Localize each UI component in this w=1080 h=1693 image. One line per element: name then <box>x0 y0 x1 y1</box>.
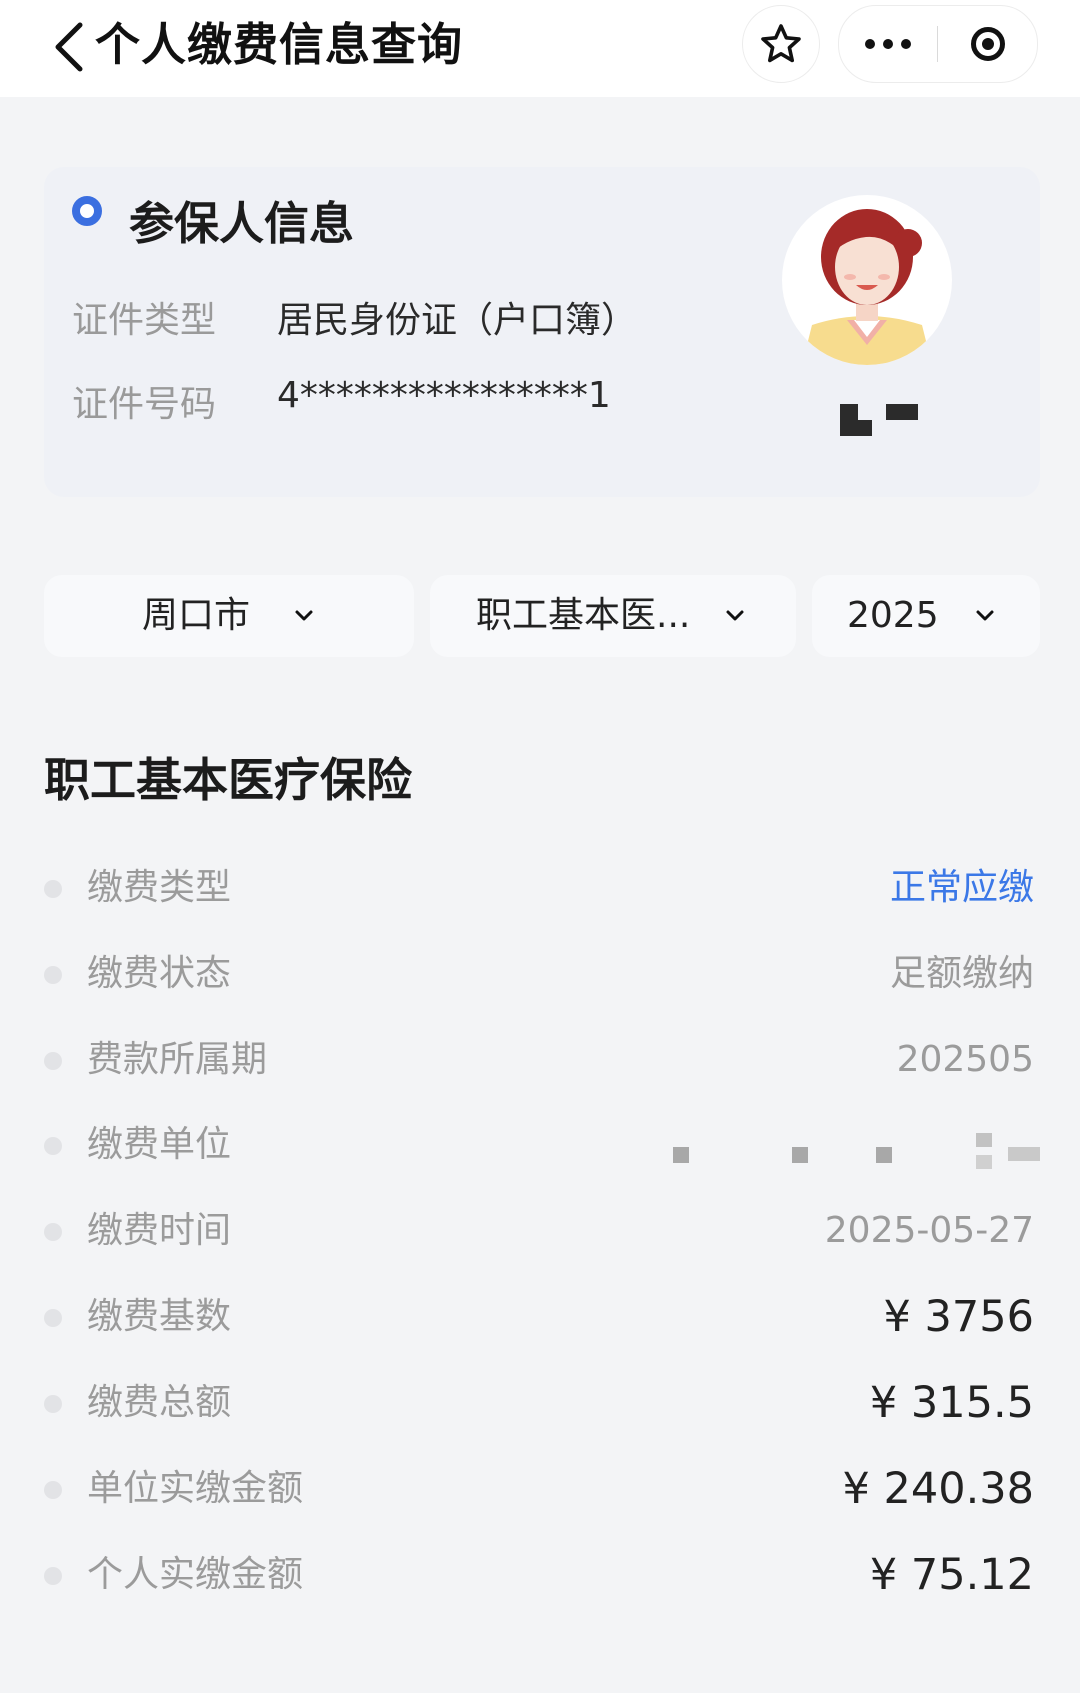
page-title: 个人缴费信息查询 <box>95 18 464 71</box>
nav-bar: 个人缴费信息查询 <box>0 0 1080 97</box>
redaction-block <box>976 1133 992 1147</box>
detail-label: 个人实缴金额 <box>87 1554 304 1595</box>
city-select[interactable]: 周口市 <box>44 575 414 657</box>
bullet-dot <box>44 966 62 984</box>
bullet-dot <box>44 1395 62 1413</box>
detail-value: 正常应缴 <box>889 867 1034 908</box>
insured-info-title: 参保人信息 <box>129 197 355 250</box>
section-title: 职工基本医疗保险 <box>44 753 412 807</box>
id-type-value: 居民身份证（户口簿） <box>277 300 638 341</box>
redaction-block <box>840 420 872 436</box>
detail-label: 缴费总额 <box>87 1382 232 1423</box>
detail-value: ¥ 240.38 <box>842 1464 1034 1514</box>
bullet-dot <box>44 1309 62 1327</box>
target-close-icon <box>970 27 1005 61</box>
detail-row-employer: 缴费单位 <box>0 1115 1080 1175</box>
detail-label: 缴费单位 <box>87 1124 232 1165</box>
detail-row-total: 缴费总额 ¥ 315.5 <box>0 1373 1080 1433</box>
detail-row-personal-paid: 个人实缴金额 ¥ 75.12 <box>0 1545 1080 1605</box>
detail-label: 单位实缴金额 <box>87 1468 304 1509</box>
target-close-dot <box>981 38 994 50</box>
more-dots-icon <box>865 39 875 49</box>
detail-value: 202505 <box>896 1039 1034 1080</box>
year-select-value: 2025 <box>847 595 939 636</box>
bullet-dot <box>44 1137 62 1155</box>
redaction-block <box>1008 1147 1040 1161</box>
detail-row-period: 费款所属期 202505 <box>0 1030 1080 1090</box>
name-redacted <box>840 404 930 444</box>
detail-row-payment-status: 缴费状态 足额缴纳 <box>0 944 1080 1004</box>
favorite-button[interactable] <box>742 5 820 83</box>
employer-redacted <box>660 1125 1050 1171</box>
id-number-label: 证件号码 <box>72 384 217 425</box>
detail-value: ¥ 75.12 <box>869 1550 1034 1600</box>
insurance-type-select-value: 职工基本医... <box>476 595 691 636</box>
bullet-dot <box>44 1052 62 1070</box>
chevron-left-icon <box>55 22 83 72</box>
mini-program-capsule <box>838 5 1038 83</box>
detail-label: 费款所属期 <box>87 1039 268 1080</box>
detail-row-payment-time: 缴费时间 2025-05-27 <box>0 1201 1080 1261</box>
city-select-value: 周口市 <box>142 595 251 636</box>
detail-value: ¥ 315.5 <box>869 1378 1034 1428</box>
detail-label: 缴费时间 <box>87 1210 232 1251</box>
section-dot-icon <box>72 196 102 226</box>
more-dot <box>883 39 893 49</box>
chevron-down-icon <box>295 610 313 621</box>
more-button[interactable] <box>839 6 937 82</box>
bullet-dot <box>44 1567 62 1585</box>
more-dot <box>901 39 911 49</box>
detail-label: 缴费类型 <box>87 867 232 908</box>
back-button[interactable] <box>44 12 94 82</box>
insurance-type-select[interactable]: 职工基本医... <box>430 575 796 657</box>
female-avatar-icon <box>782 195 952 365</box>
redaction-block <box>876 1147 892 1163</box>
detail-row-payment-type: 缴费类型 正常应缴 <box>0 858 1080 918</box>
bullet-dot <box>44 1223 62 1241</box>
redaction-block <box>976 1155 992 1169</box>
year-select[interactable]: 2025 <box>812 575 1040 657</box>
detail-label: 缴费状态 <box>87 953 232 994</box>
id-type-label: 证件类型 <box>72 300 217 341</box>
redaction-block <box>792 1147 808 1163</box>
star-icon <box>761 24 801 63</box>
detail-row-base: 缴费基数 ¥ 3756 <box>0 1287 1080 1347</box>
chevron-down-icon <box>726 610 744 621</box>
id-number-value: 4****************1 <box>277 375 611 416</box>
redaction-block <box>673 1147 689 1163</box>
chevron-down-icon <box>976 610 994 621</box>
detail-value: ¥ 3756 <box>883 1292 1034 1342</box>
bullet-dot <box>44 880 62 898</box>
detail-label: 缴费基数 <box>87 1296 232 1337</box>
close-button[interactable] <box>938 6 1037 82</box>
detail-value: 足额缴纳 <box>889 953 1034 994</box>
detail-value: 2025-05-27 <box>824 1210 1034 1251</box>
avatar-illustration <box>802 209 932 365</box>
bullet-dot <box>44 1481 62 1499</box>
redaction-block <box>886 404 918 420</box>
detail-row-employer-paid: 单位实缴金额 ¥ 240.38 <box>0 1459 1080 1519</box>
insured-info-card: 参保人信息 证件类型 居民身份证（户口簿） 证件号码 4************… <box>44 167 1040 497</box>
